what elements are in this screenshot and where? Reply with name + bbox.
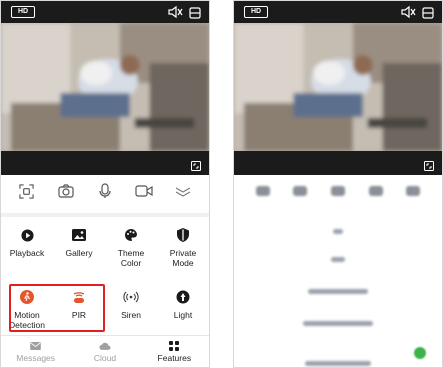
feature-grid: Playback Gallery Theme Color Private Mod… [1,217,209,335]
feature-label: Siren [121,310,141,320]
mute-icon[interactable] [167,5,183,19]
playback-icon [19,227,35,243]
selected-check-icon [414,347,426,359]
cloud-icon [99,341,111,351]
feature-pir[interactable]: PIR [53,279,105,335]
tab-label: Cloud [93,352,117,363]
sensitivity-option[interactable] [234,289,442,296]
feature-private-mode[interactable]: Private Mode [157,217,209,279]
record-icon [368,186,383,196]
feature-playback[interactable]: Playback [1,217,53,279]
sensitivity-option[interactable] [234,229,442,236]
feature-label: Theme Color [117,248,145,268]
siren-icon [123,289,139,305]
sensitivity-options-blurred [234,217,442,337]
microphone-icon [330,186,345,196]
mute-icon[interactable] [400,5,416,19]
feature-label: Private Mode [169,248,197,268]
hd-quality-button[interactable]: HD [244,6,268,18]
feature-label: Light [173,310,193,320]
pir-icon [71,289,87,305]
microphone-icon[interactable] [95,181,115,201]
collapse-icon[interactable] [173,181,193,201]
camera-controls-blurred [234,175,442,207]
wifi-icon [406,186,421,196]
screenshot-icon[interactable] [17,181,37,201]
tab-cloud[interactable]: Cloud [70,336,139,367]
layout-icon[interactable] [422,6,434,19]
motion-detection-icon [19,289,35,305]
messages-icon [30,341,42,351]
private-mode-icon [175,227,191,243]
video-bottom-bar [234,151,442,175]
fullscreen-icon[interactable] [424,158,434,171]
features-icon [168,340,180,351]
video-top-bar: HD [1,1,209,23]
sensitivity-option[interactable] [234,353,442,367]
phone-screen-left: HD Playback Gallery Theme Color Private … [0,0,210,368]
tab-features[interactable]: Features [140,336,209,367]
feature-label: Gallery [65,248,93,258]
feature-label: PIR [71,310,87,320]
feature-light[interactable]: Light [157,279,209,335]
hd-quality-button[interactable]: HD [11,6,35,18]
tab-messages[interactable]: Messages [1,336,70,367]
feature-label: Playback [9,248,45,258]
sensitivity-option[interactable] [234,321,442,328]
palette-icon [123,227,139,243]
phone-screen-right: HD [233,0,443,368]
light-icon [175,289,191,305]
fullscreen-icon[interactable] [191,158,201,171]
feature-motion-detection[interactable]: Motion Detection [1,279,53,335]
camera-icon[interactable] [56,181,76,201]
video-top-bar: HD [234,1,442,23]
feature-gallery[interactable]: Gallery [53,217,105,279]
camera-video-feed[interactable] [1,23,209,151]
tab-label: Features [157,352,192,363]
gallery-icon [71,227,87,243]
sensitivity-option[interactable] [234,257,442,264]
tab-label: Messages [16,352,56,363]
screenshot-icon [255,186,270,196]
video-bottom-bar [1,151,209,175]
feature-siren[interactable]: Siren [105,279,157,335]
feature-label: Motion Detection [9,310,45,330]
camera-icon [293,186,308,196]
camera-controls [1,175,209,207]
record-icon[interactable] [134,181,154,201]
feature-theme-color[interactable]: Theme Color [105,217,157,279]
camera-video-feed[interactable] [234,23,442,151]
bottom-tab-bar: Messages Cloud Features [1,335,209,367]
layout-icon[interactable] [189,6,201,19]
